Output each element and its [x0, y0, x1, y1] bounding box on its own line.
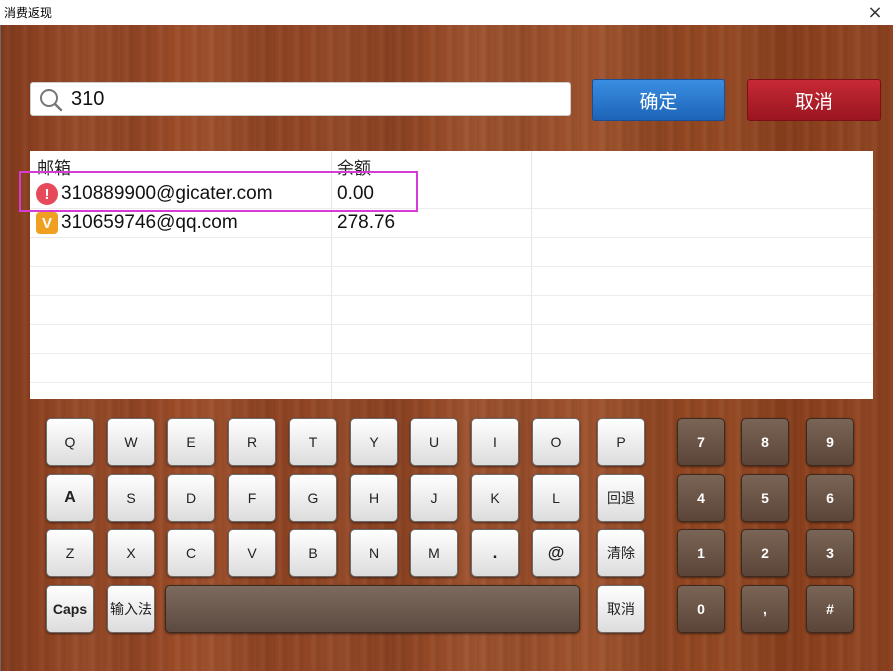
search-icon — [40, 89, 63, 112]
num-9[interactable]: 9 — [806, 418, 854, 466]
num-8[interactable]: 8 — [741, 418, 789, 466]
num-6[interactable]: 6 — [806, 474, 854, 522]
num-5[interactable]: 5 — [741, 474, 789, 522]
table-row-empty — [30, 296, 873, 325]
table-row-empty — [30, 267, 873, 296]
num-hash[interactable]: # — [806, 585, 854, 633]
table-row[interactable]: V 310659746@qq.com 278.76 — [30, 209, 873, 238]
key-s[interactable]: S — [107, 474, 155, 522]
ime-key[interactable]: 输入法 — [107, 585, 155, 633]
num-0[interactable]: 0 — [677, 585, 725, 633]
key-k[interactable]: K — [471, 474, 519, 522]
num-comma[interactable]: , — [741, 585, 789, 633]
key-l[interactable]: L — [532, 474, 580, 522]
key-v[interactable]: V — [228, 529, 276, 577]
space-key[interactable] — [165, 585, 580, 633]
search-box[interactable] — [30, 82, 571, 116]
num-4[interactable]: 4 — [677, 474, 725, 522]
key-n[interactable]: N — [350, 529, 398, 577]
key-g[interactable]: G — [289, 474, 337, 522]
key-z[interactable]: Z — [46, 529, 94, 577]
confirm-button[interactable]: 确定 — [592, 79, 725, 121]
table-row[interactable]: ! 310889900@gicater.com 0.00 — [30, 180, 873, 209]
window-title: 消费返现 — [4, 6, 53, 20]
key-m[interactable]: M — [410, 529, 458, 577]
keyboard-cancel-key[interactable]: 取消 — [597, 585, 645, 633]
table-row-empty — [30, 325, 873, 354]
row-balance: 278.76 — [337, 212, 396, 233]
clear-key[interactable]: 清除 — [597, 529, 645, 577]
table-row-empty — [30, 238, 873, 267]
key-w[interactable]: W — [107, 418, 155, 466]
key-e[interactable]: E — [167, 418, 215, 466]
num-7[interactable]: 7 — [677, 418, 725, 466]
vip-icon: V — [36, 212, 58, 234]
row-balance: 0.00 — [337, 183, 374, 204]
key-period[interactable]: . — [471, 529, 519, 577]
cancel-button[interactable]: 取消 — [747, 79, 881, 121]
key-q[interactable]: Q — [46, 418, 94, 466]
key-a[interactable]: A — [46, 474, 94, 522]
key-x[interactable]: X — [107, 529, 155, 577]
row-email: 310659746@qq.com — [61, 212, 238, 233]
key-i[interactable]: I — [471, 418, 519, 466]
warning-icon: ! — [36, 183, 58, 205]
header-email: 邮箱 — [37, 159, 71, 179]
key-p[interactable]: P — [597, 418, 645, 466]
num-3[interactable]: 3 — [806, 529, 854, 577]
search-input[interactable] — [71, 86, 561, 112]
key-b[interactable]: B — [289, 529, 337, 577]
key-t[interactable]: T — [289, 418, 337, 466]
key-y[interactable]: Y — [350, 418, 398, 466]
num-2[interactable]: 2 — [741, 529, 789, 577]
row-email: 310889900@gicater.com — [61, 183, 273, 204]
key-c[interactable]: C — [167, 529, 215, 577]
key-r[interactable]: R — [228, 418, 276, 466]
table-row-empty — [30, 354, 873, 383]
key-j[interactable]: J — [410, 474, 458, 522]
key-o[interactable]: O — [532, 418, 580, 466]
member-table: 邮箱 余额 ! 310889900@gicater.com 0.00 V 310… — [30, 151, 873, 399]
caps-key[interactable]: Caps — [46, 585, 94, 633]
key-h[interactable]: H — [350, 474, 398, 522]
key-u[interactable]: U — [410, 418, 458, 466]
header-balance: 余额 — [337, 159, 371, 179]
title-bar: 消费返现 × — [0, 0, 893, 25]
key-d[interactable]: D — [167, 474, 215, 522]
backspace-key[interactable]: 回退 — [597, 474, 645, 522]
close-icon[interactable]: × — [863, 0, 887, 25]
key-f[interactable]: F — [228, 474, 276, 522]
num-1[interactable]: 1 — [677, 529, 725, 577]
key-at[interactable]: @ — [532, 529, 580, 577]
